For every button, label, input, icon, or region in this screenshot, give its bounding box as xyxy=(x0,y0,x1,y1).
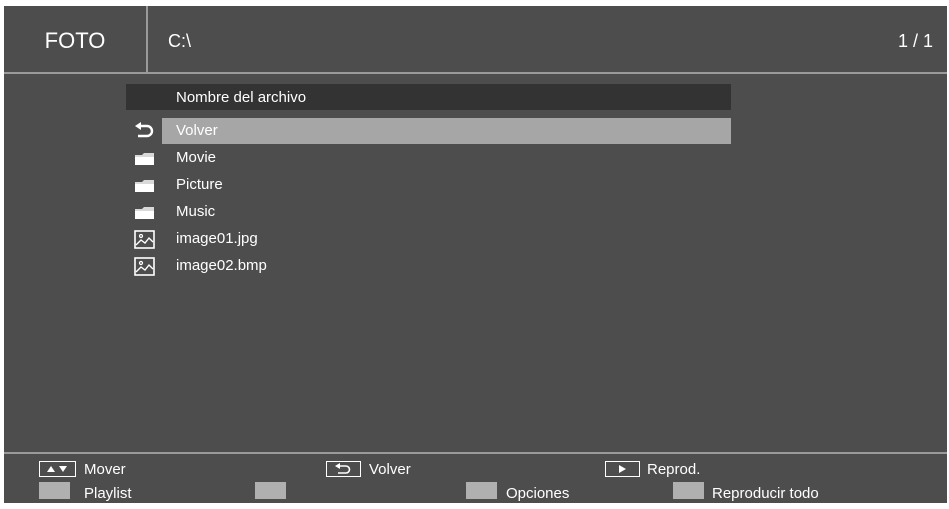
page-counter: 1 / 1 xyxy=(897,31,933,51)
column-header: Nombre del archivo xyxy=(126,84,731,110)
column-header-label: Nombre del archivo xyxy=(176,89,307,106)
up-down-key-icon xyxy=(39,461,76,477)
current-path: C:\ xyxy=(168,31,192,51)
header-bar: FOTO C:\ 1 / 1 xyxy=(4,6,947,72)
play-all-hint: Reproducir todo xyxy=(712,485,819,502)
folder-icon xyxy=(126,172,162,198)
header-divider xyxy=(146,6,148,72)
return-key-icon xyxy=(326,461,361,477)
list-item-label: Music xyxy=(176,203,216,220)
list-item-label: image01.jpg xyxy=(176,230,258,247)
list-item-label: Movie xyxy=(176,149,217,166)
list-item-label: Volver xyxy=(176,122,218,139)
list-item-image02[interactable]: image02.bmp xyxy=(126,253,731,279)
list-item-picture[interactable]: Picture xyxy=(126,172,731,198)
options-hint: Opciones xyxy=(506,485,570,502)
move-hint: Mover xyxy=(84,461,126,478)
app-title: FOTO xyxy=(44,28,106,53)
color-key-button-2[interactable] xyxy=(255,482,286,499)
play-hint: Reprod. xyxy=(647,461,701,478)
color-key-button-3[interactable] xyxy=(466,482,497,499)
list-item-volver[interactable]: Volver xyxy=(126,118,731,144)
image-file-icon xyxy=(126,226,162,252)
header-divider-line xyxy=(4,72,947,74)
color-key-button-4[interactable] xyxy=(673,482,704,499)
folder-icon xyxy=(126,199,162,225)
list-item-movie[interactable]: Movie xyxy=(126,145,731,171)
list-item-image01[interactable]: image01.jpg xyxy=(126,226,731,252)
back-hint: Volver xyxy=(369,461,411,478)
media-player-screen: FOTO C:\ 1 / 1 Nombre del archivo Volver… xyxy=(4,6,947,503)
image-file-icon xyxy=(126,253,162,279)
play-key-icon xyxy=(605,461,640,477)
footer-divider-line xyxy=(4,452,947,454)
list-item-label: image02.bmp xyxy=(176,257,267,274)
list-item-label: Picture xyxy=(176,176,223,193)
color-key-button-1[interactable] xyxy=(39,482,70,499)
return-icon xyxy=(126,118,162,144)
list-item-music[interactable]: Music xyxy=(126,199,731,225)
playlist-hint: Playlist xyxy=(84,485,132,502)
folder-icon xyxy=(126,145,162,171)
